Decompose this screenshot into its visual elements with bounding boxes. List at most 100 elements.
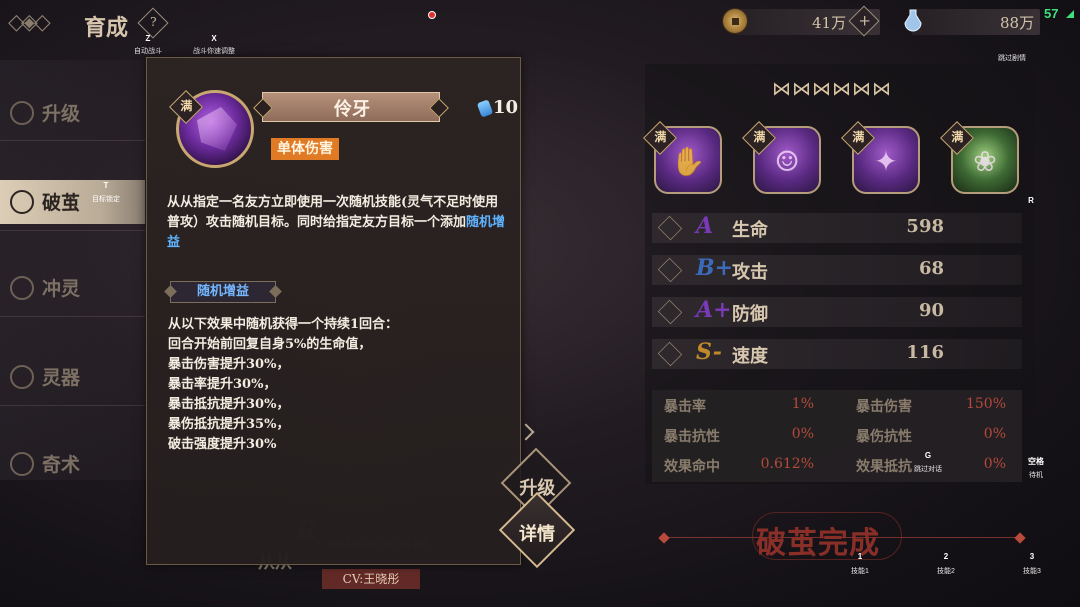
effect-line: 回合开始前回复自身5%的生命值， — [168, 337, 372, 352]
nav-item-artifact[interactable]: 灵器 — [0, 355, 145, 399]
nav-item-arcana[interactable]: 奇术 — [0, 442, 145, 486]
eye-icon — [10, 190, 34, 214]
plus-icon: + — [858, 11, 871, 30]
sub-stat-value: 0% — [791, 426, 814, 442]
skip-story-label: 跳过剧情 — [998, 55, 1026, 62]
nav-item-spirit-surge[interactable]: 冲灵 — [0, 266, 145, 310]
effect-line: 暴击率提升30%， — [168, 377, 277, 392]
coin-amount: 41万 — [812, 14, 847, 32]
hotkey-idle-label: 待机 — [1029, 472, 1043, 479]
hotkey-skip-dialog-label: 跳过对话 — [914, 466, 942, 473]
sub-stat-label: 暴伤抗性 — [856, 429, 912, 445]
hotkey-skill1-label: 技能1 — [851, 568, 869, 575]
effect-line: 暴击伤害提升30%， — [168, 357, 290, 372]
star-rating: ⋈⋈⋈⋈⋈⋈ — [772, 78, 892, 100]
divider-diamond — [658, 532, 670, 544]
stat-label: 生命 — [732, 220, 768, 241]
hotkey-space: 空格 — [1028, 457, 1044, 466]
nav-label-artifact: 灵器 — [42, 367, 81, 389]
sub-stat-value: 0.612% — [760, 456, 814, 472]
hotkey-x: X — [211, 34, 217, 43]
fang-icon: ✦ — [874, 145, 898, 178]
stat-row-speed: S- 速度 116 — [652, 337, 1022, 371]
hotkey-g: G — [924, 451, 932, 460]
effect-line: 暴伤抵抗提升35%， — [168, 417, 290, 432]
nav-label-arcana: 奇术 — [42, 454, 81, 476]
bottle-icon — [904, 9, 922, 32]
stat-value: 90 — [918, 300, 944, 321]
fps-counter: 57 — [1044, 6, 1059, 21]
artifact-icon — [10, 365, 34, 389]
stat-value: 598 — [906, 216, 944, 237]
hotkey-z: Z — [145, 34, 151, 43]
arcana-icon — [10, 452, 34, 476]
sub-stat-value: 0% — [983, 426, 1006, 442]
skill-name: 伶牙 — [334, 99, 370, 120]
hotkey-target-label: 目标锁定 — [92, 196, 120, 203]
hotkey-2: 2 — [943, 552, 949, 561]
hotkey-3: 3 — [1029, 552, 1035, 561]
stat-value: 116 — [906, 342, 944, 363]
stat-row-hp: A 生命 598 — [652, 211, 1022, 245]
sub-stat-label: 效果抵抗 — [856, 459, 912, 475]
effect-line: 暴击抵抗提升30%， — [168, 397, 290, 412]
stat-grade: A+ — [696, 297, 732, 323]
nav-label-breakthrough: 破茧 — [42, 192, 81, 214]
stat-row-attack: B+ 攻击 68 — [652, 253, 1022, 287]
details-button-label: 详情 — [519, 523, 555, 545]
stat-label: 速度 — [732, 346, 768, 367]
stat-grade: S- — [696, 339, 722, 365]
skill-name-plate: 伶牙 — [262, 92, 440, 122]
hotkey-skill2-label: 技能2 — [937, 568, 955, 575]
stat-grade: B+ — [696, 255, 734, 281]
effect-line: 破击强度提升30% — [168, 437, 277, 452]
upgrade-icon — [10, 101, 34, 125]
coin-icon — [722, 8, 748, 34]
nav-label-upgrade: 升级 — [42, 103, 81, 125]
voice-actor-label: CV:王晓彤 — [342, 572, 400, 586]
random-buff-header-label: 随机增益 — [196, 284, 249, 299]
paw-icon: ✋ — [670, 145, 706, 178]
crown-icon — [10, 276, 34, 300]
gem-amount: 88万 — [1000, 14, 1035, 32]
divider-diamond — [1014, 532, 1026, 544]
page-title: 育成 — [84, 15, 129, 41]
sub-stat-label: 暴击率 — [664, 399, 706, 415]
stat-row-defense: A+ 防御 90 — [652, 295, 1022, 329]
voice-actor-badge: CV:王晓彤 — [322, 569, 420, 589]
sub-stat-value: 1% — [791, 396, 814, 412]
nav-divider — [0, 405, 145, 406]
skill-description: 从从指定一名友方立即使用一次随机技能(灵气不足时使用普攻）攻击随机目标。同时给指… — [167, 193, 511, 253]
nav-divider — [0, 230, 145, 231]
max-level-label: 满 — [951, 130, 964, 145]
max-level-label: 满 — [654, 130, 667, 145]
help-label: ? — [150, 15, 157, 30]
sub-stat-label: 暴击抗性 — [664, 429, 720, 445]
stat-label: 防御 — [732, 304, 768, 325]
effect-line: 从以下效果中随机获得一个持续1回合： — [168, 317, 399, 332]
random-buff-header: 随机增益 — [170, 281, 276, 303]
signal-icon — [1066, 10, 1074, 18]
sub-stat-label: 暴击伤害 — [856, 399, 912, 415]
max-level-label: 满 — [852, 130, 865, 145]
hotkey-r: R — [1028, 196, 1034, 205]
stat-grade: A — [696, 213, 714, 239]
sub-stat-label: 效果命中 — [664, 459, 720, 475]
nav-divider — [0, 316, 145, 317]
back-button[interactable]: ◇◈◇ — [8, 10, 66, 38]
hotkey-t: T — [103, 181, 109, 190]
sub-stat-value: 150% — [965, 396, 1006, 412]
skill-type-tag: 单体伤害 — [271, 138, 339, 160]
skill-description-text: 从从指定一名友方立即使用一次随机技能(灵气不足时使用普攻）攻击随机目标。同时给指… — [167, 195, 499, 230]
lotus-icon: ❀ — [973, 145, 997, 178]
hotkey-speed-label: 战斗你速调整 — [193, 48, 235, 55]
max-level-label: 满 — [180, 99, 193, 114]
nav-item-upgrade[interactable]: 升级 — [0, 91, 145, 135]
face-icon: ☺ — [774, 145, 800, 178]
nav-divider — [0, 140, 145, 141]
stat-label: 攻击 — [732, 262, 768, 283]
notification-dot — [428, 11, 436, 19]
spirit-cost-value: 10 — [493, 97, 519, 118]
hotkey-auto-battle-label: 自动战斗 — [134, 48, 162, 55]
nav-label-spirit-surge: 冲灵 — [42, 278, 81, 300]
